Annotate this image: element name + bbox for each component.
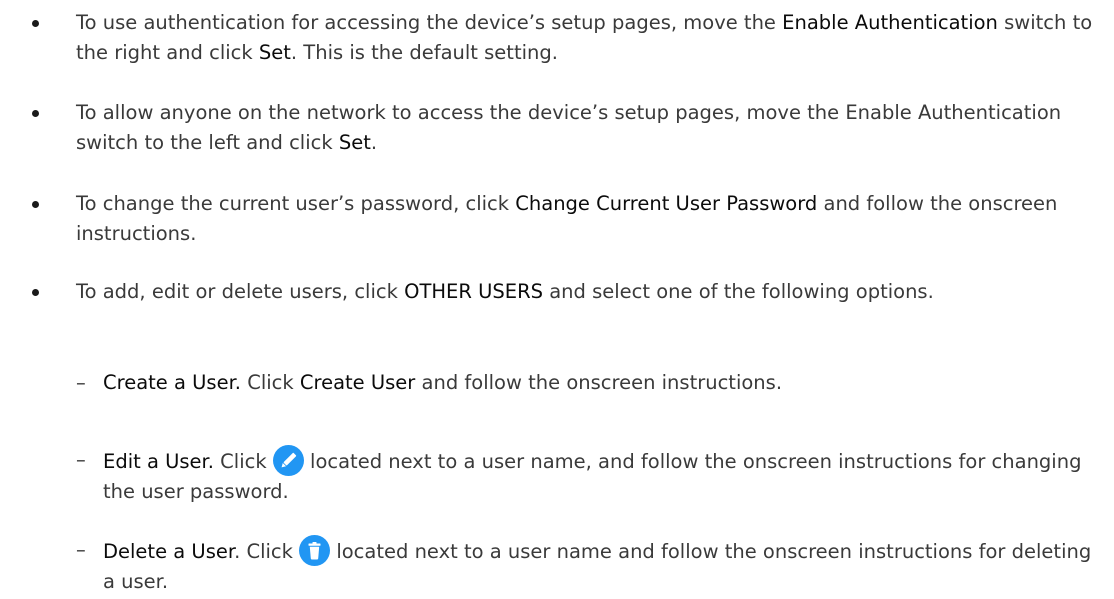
bold-term: Create User (299, 371, 416, 394)
pencil-icon (272, 445, 304, 476)
bullet-item: To use authentication for accessing the … (0, 8, 1096, 68)
bullet-dot (32, 20, 39, 27)
document-page: To use authentication for accessing the … (0, 0, 1114, 599)
bullet-text: To change the current user’s password, c… (76, 192, 516, 215)
bullet-text: To allow anyone on the network to access… (76, 101, 1062, 154)
sub-item-title: Edit a User. (103, 450, 214, 473)
sub-item-title: Create a User. (103, 371, 241, 394)
sub-item-text: . Click (234, 540, 300, 563)
sub-item-text: Click (241, 371, 300, 394)
sub-list-item: – Create a User. Click Create User and f… (0, 368, 1103, 398)
bullet-item: To add, edit or delete users, click OTHE… (0, 277, 1096, 307)
sub-list-item: – Delete a User. Click located next to a… (0, 535, 1103, 597)
dash-marker: – (76, 448, 86, 471)
sub-item-text: Click (213, 450, 273, 473)
bullet-text: and select one of the following options. (543, 280, 934, 303)
sub-list-item: – Edit a User. Click located next to a u… (0, 445, 1103, 507)
dash-marker: – (76, 538, 86, 561)
sub-item-title: Delete a User (103, 540, 235, 563)
bold-term: Enable Authentication (782, 11, 998, 34)
bold-term: Set (338, 131, 371, 154)
bold-term: OTHER USERS (404, 280, 543, 303)
bullet-item: To allow anyone on the network to access… (0, 98, 1096, 158)
bullet-text: To use authentication for accessing the … (76, 11, 783, 34)
bullet-text: . (370, 131, 378, 154)
bullet-dot (32, 289, 39, 296)
bold-term: Set (258, 41, 291, 64)
bullet-dot (32, 110, 39, 117)
dash-marker: – (76, 371, 86, 394)
bullet-dot (32, 201, 39, 208)
sub-item-text: and follow the onscreen instructions. (415, 371, 783, 394)
bullet-item: To change the current user’s password, c… (0, 189, 1096, 249)
bold-term: Change Current User Password (515, 192, 818, 215)
bullet-text: To add, edit or delete users, click (76, 280, 405, 303)
trash-icon (299, 535, 331, 566)
bullet-text: . This is the default setting. (290, 41, 558, 64)
